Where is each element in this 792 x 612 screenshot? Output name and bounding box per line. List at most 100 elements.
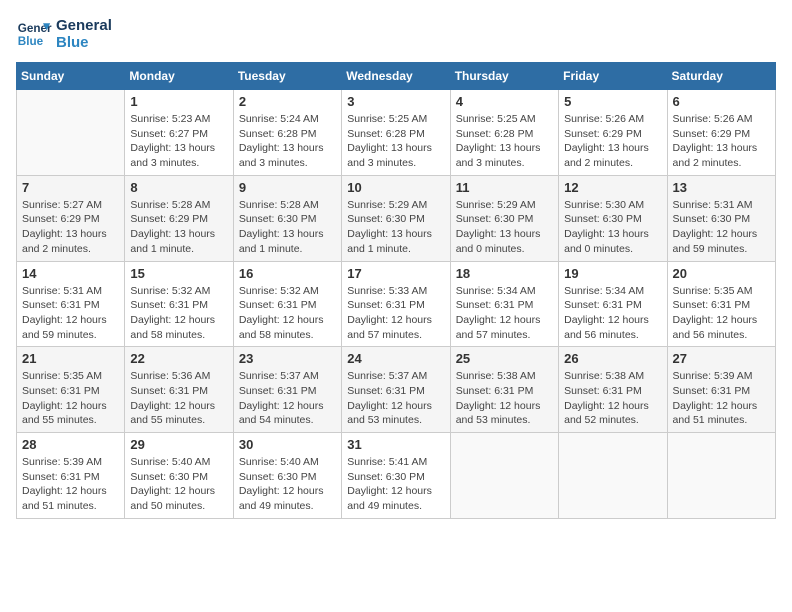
column-header-thursday: Thursday	[450, 63, 558, 90]
calendar-day-cell	[450, 433, 558, 519]
calendar-week-row: 14 Sunrise: 5:31 AMSunset: 6:31 PMDayligh…	[17, 261, 776, 347]
day-info: Sunrise: 5:32 AMSunset: 6:31 PMDaylight:…	[130, 284, 227, 343]
calendar-day-cell: 17Sunrise: 5:33 AMSunset: 6:31 PMDayligh…	[342, 261, 450, 347]
logo-text-general: General	[56, 17, 112, 34]
calendar-day-cell: 14 Sunrise: 5:31 AMSunset: 6:31 PMDayligh…	[17, 261, 125, 347]
calendar-day-cell: 23 Sunrise: 5:37 AMSunset: 6:31 PMDayligh…	[233, 347, 341, 433]
day-info: Sunrise: 5:38 AMSunset: 6:31 PMDaylight:…	[564, 369, 661, 428]
day-number: 10	[347, 180, 444, 195]
day-info: Sunrise: 5:39 AMSunset: 6:31 PMDaylight:…	[673, 369, 770, 428]
day-info: Sunrise: 5:25 AMSunset: 6:28 PMDaylight:…	[347, 112, 444, 171]
day-info: Sunrise: 5:26 AMSunset: 6:29 PMDaylight:…	[673, 112, 770, 171]
calendar-day-cell: 19 Sunrise: 5:34 AMSunset: 6:31 PMDayligh…	[559, 261, 667, 347]
day-number: 7	[22, 180, 119, 195]
day-number: 29	[130, 437, 227, 452]
day-info: Sunrise: 5:36 AMSunset: 6:31 PMDaylight:…	[130, 369, 227, 428]
day-info: Sunrise: 5:31 AMSunset: 6:30 PMDaylight:…	[673, 198, 770, 257]
calendar-day-cell: 12 Sunrise: 5:30 AMSunset: 6:30 PMDayligh…	[559, 175, 667, 261]
day-info: Sunrise: 5:25 AMSunset: 6:28 PMDaylight:…	[456, 112, 553, 171]
day-info: Sunrise: 5:32 AMSunset: 6:31 PMDaylight:…	[239, 284, 336, 343]
calendar-week-row: 7 Sunrise: 5:27 AMSunset: 6:29 PMDaylight…	[17, 175, 776, 261]
svg-text:Blue: Blue	[18, 35, 44, 48]
column-header-wednesday: Wednesday	[342, 63, 450, 90]
column-header-monday: Monday	[125, 63, 233, 90]
day-number: 26	[564, 351, 661, 366]
day-number: 11	[456, 180, 553, 195]
day-info: Sunrise: 5:28 AMSunset: 6:30 PMDaylight:…	[239, 198, 336, 257]
day-number: 8	[130, 180, 227, 195]
calendar-day-cell: 21Sunrise: 5:35 AMSunset: 6:31 PMDayligh…	[17, 347, 125, 433]
calendar-day-cell: 29 Sunrise: 5:40 AMSunset: 6:30 PMDayligh…	[125, 433, 233, 519]
calendar-header-row: SundayMondayTuesdayWednesdayThursdayFrid…	[17, 63, 776, 90]
calendar-day-cell: 13 Sunrise: 5:31 AMSunset: 6:30 PMDayligh…	[667, 175, 775, 261]
day-number: 3	[347, 94, 444, 109]
day-info: Sunrise: 5:34 AMSunset: 6:31 PMDaylight:…	[564, 284, 661, 343]
calendar-day-cell: 28 Sunrise: 5:39 AMSunset: 6:31 PMDayligh…	[17, 433, 125, 519]
day-number: 31	[347, 437, 444, 452]
column-header-friday: Friday	[559, 63, 667, 90]
day-info: Sunrise: 5:37 AMSunset: 6:31 PMDaylight:…	[239, 369, 336, 428]
day-number: 12	[564, 180, 661, 195]
day-info: Sunrise: 5:29 AMSunset: 6:30 PMDaylight:…	[347, 198, 444, 257]
calendar-day-cell: 31 Sunrise: 5:41 AMSunset: 6:30 PMDayligh…	[342, 433, 450, 519]
day-number: 14	[22, 266, 119, 281]
day-number: 28	[22, 437, 119, 452]
day-info: Sunrise: 5:29 AMSunset: 6:30 PMDaylight:…	[456, 198, 553, 257]
calendar-week-row: 21Sunrise: 5:35 AMSunset: 6:31 PMDayligh…	[17, 347, 776, 433]
day-number: 25	[456, 351, 553, 366]
day-number: 17	[347, 266, 444, 281]
day-number: 16	[239, 266, 336, 281]
day-number: 13	[673, 180, 770, 195]
day-info: Sunrise: 5:31 AMSunset: 6:31 PMDaylight:…	[22, 284, 119, 343]
day-info: Sunrise: 5:40 AMSunset: 6:30 PMDaylight:…	[239, 455, 336, 514]
day-info: Sunrise: 5:38 AMSunset: 6:31 PMDaylight:…	[456, 369, 553, 428]
day-number: 15	[130, 266, 227, 281]
day-number: 2	[239, 94, 336, 109]
calendar-day-cell: 10 Sunrise: 5:29 AMSunset: 6:30 PMDayligh…	[342, 175, 450, 261]
day-number: 30	[239, 437, 336, 452]
day-info: Sunrise: 5:30 AMSunset: 6:30 PMDaylight:…	[564, 198, 661, 257]
logo-text-blue: Blue	[56, 34, 112, 51]
calendar-day-cell: 8 Sunrise: 5:28 AMSunset: 6:29 PMDaylight…	[125, 175, 233, 261]
day-info: Sunrise: 5:39 AMSunset: 6:31 PMDaylight:…	[22, 455, 119, 514]
day-info: Sunrise: 5:26 AMSunset: 6:29 PMDaylight:…	[564, 112, 661, 171]
calendar-day-cell: 15 Sunrise: 5:32 AMSunset: 6:31 PMDayligh…	[125, 261, 233, 347]
day-number: 4	[456, 94, 553, 109]
page-header: General Blue General Blue	[16, 16, 776, 52]
calendar-day-cell: 25 Sunrise: 5:38 AMSunset: 6:31 PMDayligh…	[450, 347, 558, 433]
day-info: Sunrise: 5:27 AMSunset: 6:29 PMDaylight:…	[22, 198, 119, 257]
day-number: 18	[456, 266, 553, 281]
day-info: Sunrise: 5:41 AMSunset: 6:30 PMDaylight:…	[347, 455, 444, 514]
calendar-day-cell	[17, 90, 125, 176]
calendar-day-cell: 9 Sunrise: 5:28 AMSunset: 6:30 PMDaylight…	[233, 175, 341, 261]
day-info: Sunrise: 5:35 AMSunset: 6:31 PMDaylight:…	[22, 369, 119, 428]
column-header-tuesday: Tuesday	[233, 63, 341, 90]
day-info: Sunrise: 5:24 AMSunset: 6:28 PMDaylight:…	[239, 112, 336, 171]
calendar-week-row: 28 Sunrise: 5:39 AMSunset: 6:31 PMDayligh…	[17, 433, 776, 519]
calendar-day-cell: 11 Sunrise: 5:29 AMSunset: 6:30 PMDayligh…	[450, 175, 558, 261]
column-header-saturday: Saturday	[667, 63, 775, 90]
calendar-week-row: 1Sunrise: 5:23 AMSunset: 6:27 PMDaylight…	[17, 90, 776, 176]
day-info: Sunrise: 5:28 AMSunset: 6:29 PMDaylight:…	[130, 198, 227, 257]
day-info: Sunrise: 5:37 AMSunset: 6:31 PMDaylight:…	[347, 369, 444, 428]
day-number: 22	[130, 351, 227, 366]
calendar-day-cell: 2 Sunrise: 5:24 AMSunset: 6:28 PMDaylight…	[233, 90, 341, 176]
column-header-sunday: Sunday	[17, 63, 125, 90]
day-info: Sunrise: 5:40 AMSunset: 6:30 PMDaylight:…	[130, 455, 227, 514]
day-number: 27	[673, 351, 770, 366]
calendar-day-cell: 7 Sunrise: 5:27 AMSunset: 6:29 PMDaylight…	[17, 175, 125, 261]
calendar-table: SundayMondayTuesdayWednesdayThursdayFrid…	[16, 62, 776, 519]
calendar-day-cell: 30 Sunrise: 5:40 AMSunset: 6:30 PMDayligh…	[233, 433, 341, 519]
day-info: Sunrise: 5:23 AMSunset: 6:27 PMDaylight:…	[130, 112, 227, 171]
calendar-day-cell: 24Sunrise: 5:37 AMSunset: 6:31 PMDayligh…	[342, 347, 450, 433]
day-number: 23	[239, 351, 336, 366]
day-info: Sunrise: 5:34 AMSunset: 6:31 PMDaylight:…	[456, 284, 553, 343]
day-number: 5	[564, 94, 661, 109]
day-number: 9	[239, 180, 336, 195]
day-number: 6	[673, 94, 770, 109]
calendar-day-cell	[667, 433, 775, 519]
logo: General Blue General Blue	[16, 16, 112, 52]
calendar-day-cell: 26 Sunrise: 5:38 AMSunset: 6:31 PMDayligh…	[559, 347, 667, 433]
day-number: 19	[564, 266, 661, 281]
calendar-day-cell: 5 Sunrise: 5:26 AMSunset: 6:29 PMDaylight…	[559, 90, 667, 176]
